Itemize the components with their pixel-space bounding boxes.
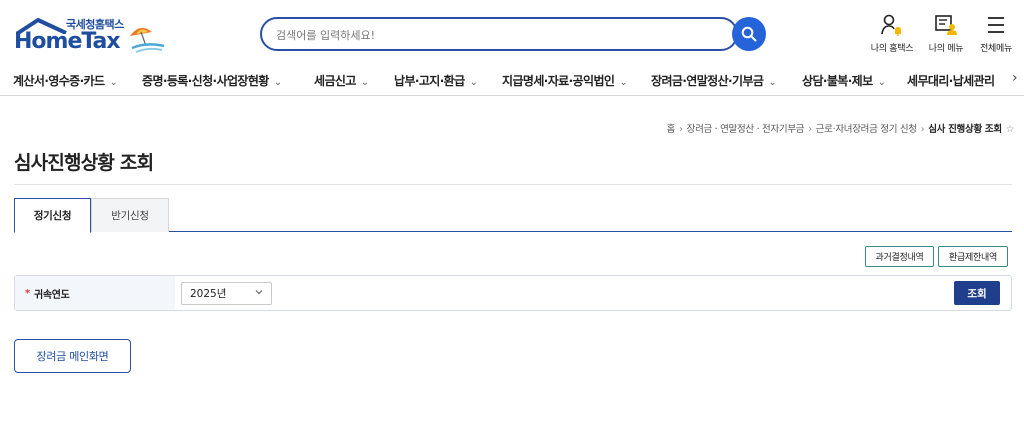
search-icon bbox=[741, 26, 757, 42]
nav-item-tax-agent[interactable]: 세무대리·납세관리 bbox=[907, 72, 995, 89]
page-title: 심사진행상황 조회 bbox=[14, 152, 154, 174]
breadcrumb-item[interactable]: 장려금 · 연말정산 · 전자기부금 bbox=[687, 124, 805, 135]
chevron-down-icon: ⌄ bbox=[619, 77, 628, 88]
chevron-down-icon: ⌄ bbox=[360, 77, 369, 88]
nav-item-payment[interactable]: 납부·고지·환급 ⌄ bbox=[394, 72, 478, 89]
breadcrumb-current: 심사 진행상황 조회 bbox=[928, 124, 1002, 135]
chevron-down-icon: ⌄ bbox=[469, 77, 478, 88]
year-label: * 귀속연도 bbox=[15, 276, 175, 310]
breadcrumb-separator: › bbox=[679, 124, 683, 135]
breadcrumb-separator: › bbox=[808, 124, 812, 135]
hometax-logo[interactable]: 국세청홈택스 HomeTax bbox=[12, 14, 167, 56]
logo-title: HomeTax bbox=[14, 29, 121, 54]
inquiry-button[interactable]: 조회 bbox=[954, 281, 1000, 305]
incentive-main-button[interactable]: 장려금 메인화면 bbox=[14, 339, 131, 373]
hamburger-icon bbox=[988, 17, 1004, 33]
all-menu-label: 전체메뉴 bbox=[980, 44, 1012, 54]
breadcrumb-home[interactable]: 홈 bbox=[667, 124, 676, 135]
user-bell-icon bbox=[881, 14, 901, 36]
nav-item-consult[interactable]: 상담·불복·제보 ⌄ bbox=[802, 72, 886, 89]
menu-user-icon bbox=[935, 15, 957, 35]
main-nav: 계산서·영수증·카드 ⌄ 증명·등록·신청·사업장현황 ⌄ 세금신고 ⌄ 납부·고지·… bbox=[0, 66, 1024, 96]
search-input[interactable] bbox=[276, 26, 716, 44]
nav-item-receipts[interactable]: 계산서·영수증·카드 ⌄ bbox=[13, 72, 118, 89]
nav-item-statements[interactable]: 지급명세·자료·공익법인 ⌄ bbox=[502, 72, 628, 89]
tab-bar: 정기신청 반기신청 bbox=[14, 198, 1012, 233]
my-menu-label: 나의 메뉴 bbox=[928, 44, 964, 54]
required-mark: * bbox=[25, 287, 30, 299]
tab-regular[interactable]: 정기신청 bbox=[14, 198, 91, 233]
all-menu-button[interactable]: 전체메뉴 bbox=[970, 14, 1022, 58]
refund-limit-button[interactable]: 환급제한내역 bbox=[938, 246, 1008, 267]
search-button[interactable] bbox=[732, 17, 766, 51]
my-menu-button[interactable]: 나의 메뉴 bbox=[920, 14, 972, 58]
breadcrumb-item[interactable]: 근로·자녀장려금 정기 신청 bbox=[816, 124, 917, 135]
breadcrumb-separator: › bbox=[920, 124, 925, 135]
nav-item-tax-filing[interactable]: 세금신고 ⌄ bbox=[314, 72, 369, 89]
chevron-down-icon: ⌄ bbox=[273, 77, 282, 88]
year-select[interactable]: 2025년 bbox=[181, 282, 272, 305]
nav-item-incentives[interactable]: 장려금·연말정산·기부금 ⌄ bbox=[651, 72, 777, 89]
search-form: * 귀속연도 2025년 조회 bbox=[14, 275, 1012, 311]
year-select-value: 2025년 bbox=[190, 288, 227, 300]
breadcrumb: 홈 › 장려금 · 연말정산 · 전자기부금 › 근로·자녀장려금 정기 신청 › 심사 진… bbox=[667, 121, 1015, 135]
nav-item-certificates[interactable]: 증명·등록·신청·사업장현황 ⌄ bbox=[142, 72, 282, 89]
star-icon[interactable]: ☆ bbox=[1006, 124, 1015, 135]
title-divider bbox=[14, 184, 1012, 185]
tab-semiannual[interactable]: 반기신청 bbox=[91, 198, 169, 232]
umbrella-icon bbox=[130, 27, 165, 53]
chevron-down-icon: ⌄ bbox=[877, 77, 886, 88]
my-hometax-label: 나의 홈택스 bbox=[870, 44, 914, 54]
chevron-down-icon: ⌄ bbox=[768, 77, 777, 88]
header: 국세청홈택스 HomeTax 나의 홈택스 bbox=[0, 0, 1024, 66]
nav-next-icon[interactable]: › bbox=[1012, 70, 1018, 86]
chevron-down-icon bbox=[255, 288, 263, 298]
year-label-text: 귀속연도 bbox=[33, 289, 70, 301]
search-box bbox=[260, 17, 738, 51]
my-hometax-button[interactable]: 나의 홈택스 bbox=[866, 14, 918, 58]
past-decision-button[interactable]: 과거결정내역 bbox=[865, 246, 934, 267]
chevron-down-icon: ⌄ bbox=[109, 77, 118, 88]
